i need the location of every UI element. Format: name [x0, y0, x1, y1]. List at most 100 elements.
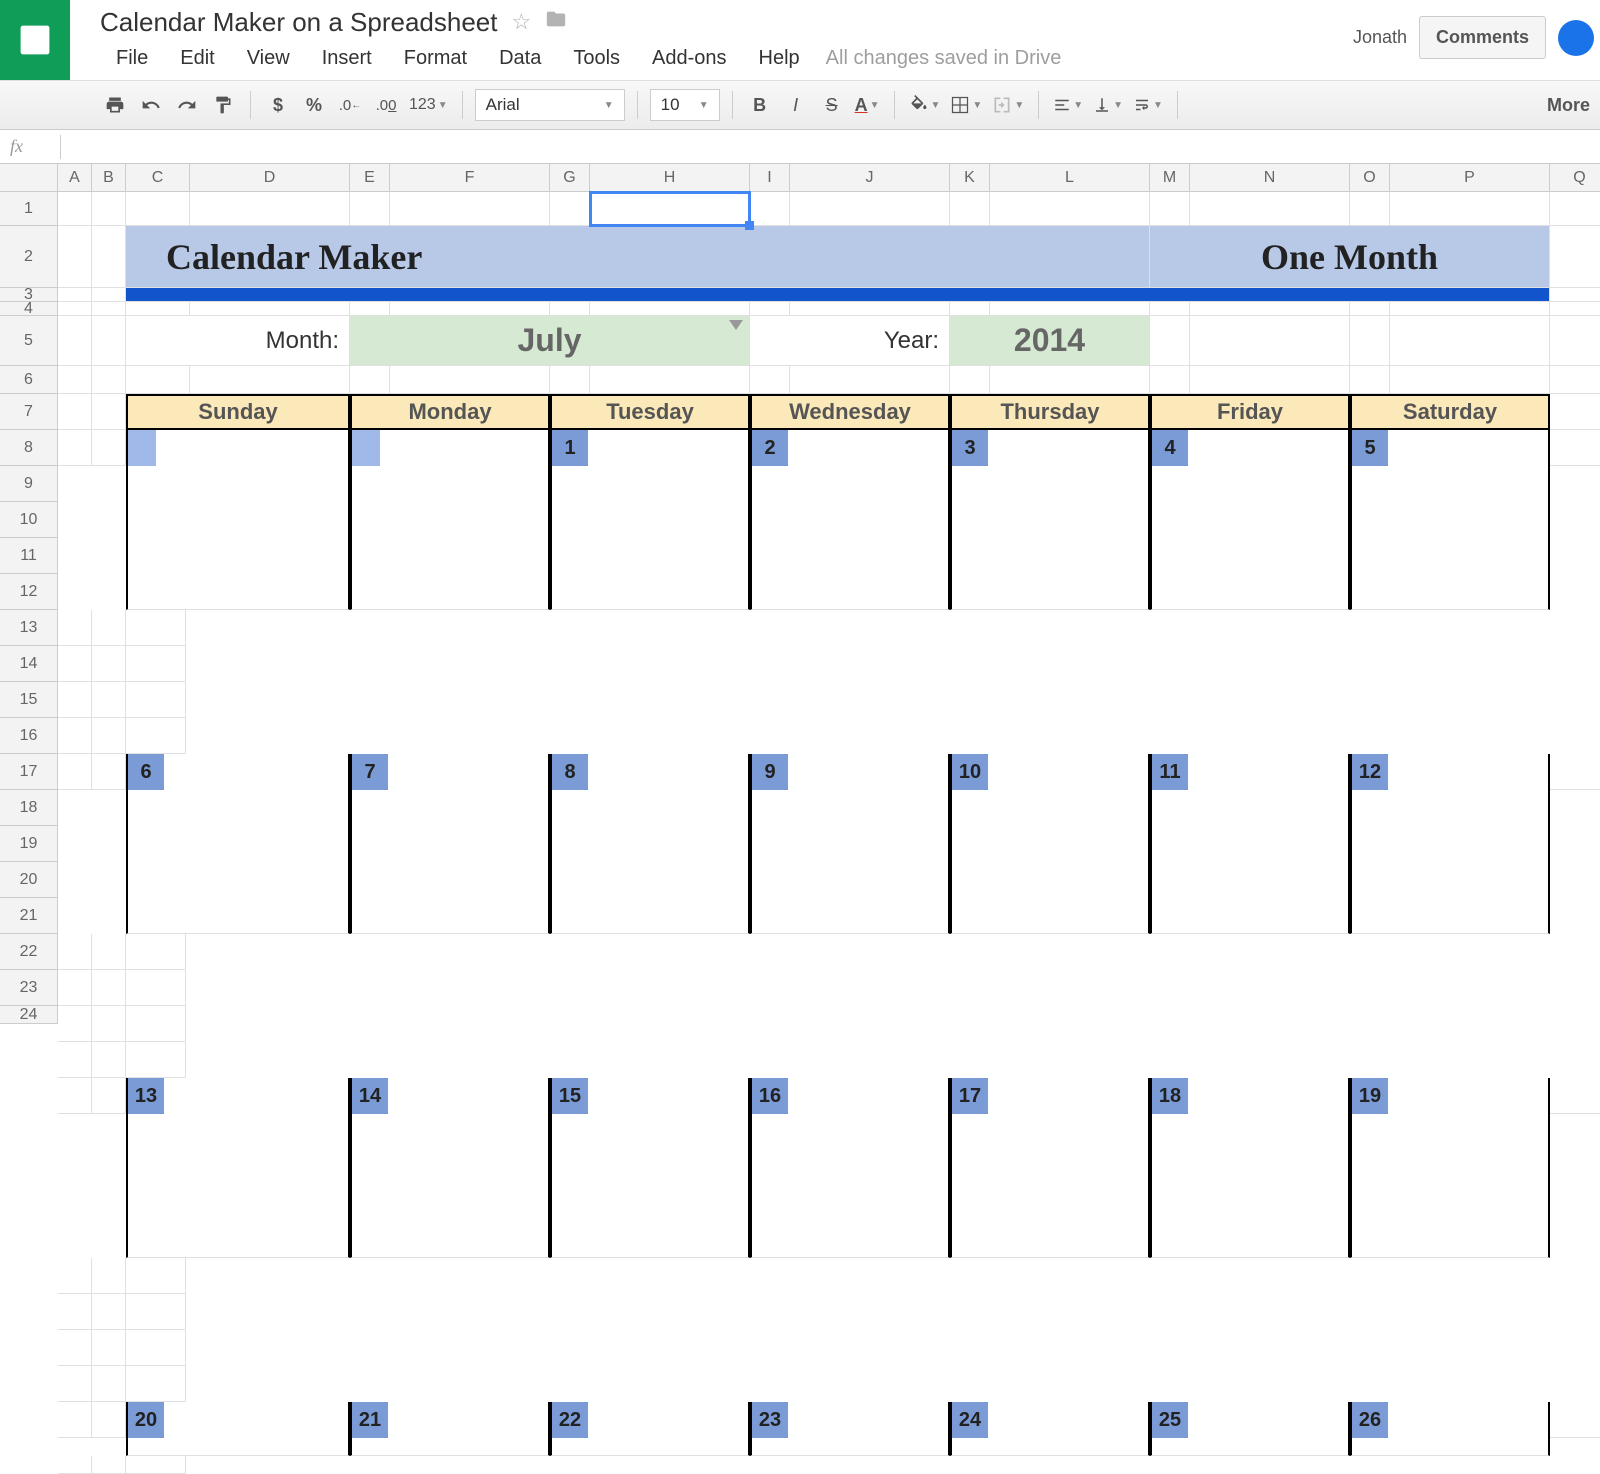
row-header-7[interactable]: 7: [0, 394, 58, 430]
cell-J1[interactable]: [790, 192, 950, 226]
row-header-5[interactable]: 5: [0, 316, 58, 366]
row-header-6[interactable]: 6: [0, 366, 58, 394]
col-header-P[interactable]: P: [1390, 164, 1550, 192]
cell-C7[interactable]: Sunday: [126, 394, 350, 430]
cell-K4[interactable]: [950, 302, 990, 316]
italic-icon[interactable]: I: [781, 90, 811, 120]
cell-A5[interactable]: [58, 316, 92, 366]
cell-G4[interactable]: [550, 302, 590, 316]
valign-icon[interactable]: ▼: [1091, 96, 1125, 114]
menu-tools[interactable]: Tools: [557, 43, 636, 74]
row-header-11[interactable]: 11: [0, 538, 58, 574]
cell-B12[interactable]: [92, 718, 126, 754]
cell-G6[interactable]: [550, 366, 590, 394]
menu-file[interactable]: File: [100, 43, 164, 74]
row-header-12[interactable]: 12: [0, 574, 58, 610]
more-button[interactable]: More: [1547, 95, 1590, 116]
cell-M6[interactable]: [1150, 366, 1190, 394]
cell-B17[interactable]: [92, 1042, 126, 1078]
cell-J13[interactable]: [790, 754, 950, 934]
cell-H23[interactable]: [590, 1402, 750, 1456]
cell-Q3[interactable]: [1550, 288, 1600, 302]
cell-B19[interactable]: [92, 1258, 126, 1294]
cell-E1[interactable]: [350, 192, 390, 226]
cell-O23[interactable]: 26: [1350, 1402, 1390, 1456]
cell-K5[interactable]: 2014: [950, 316, 1150, 366]
menu-edit[interactable]: Edit: [164, 43, 230, 74]
cell-N18[interactable]: [1190, 1078, 1350, 1258]
cell-I7[interactable]: Wednesday: [750, 394, 950, 430]
cell-M8[interactable]: 4: [1150, 430, 1190, 610]
cell-M7[interactable]: Friday: [1150, 394, 1350, 430]
cell-B18[interactable]: [92, 1078, 126, 1114]
cell-area[interactable]: Calendar MakerOne MonthMonth:JulyYear:20…: [58, 192, 1600, 1474]
text-color-icon[interactable]: A▼: [853, 95, 882, 116]
cell-J23[interactable]: [790, 1402, 950, 1456]
cell-O8[interactable]: 5: [1350, 430, 1390, 610]
cell-B16[interactable]: [92, 1006, 126, 1042]
row-header-23[interactable]: 23: [0, 970, 58, 1006]
cell-K13[interactable]: 10: [950, 754, 990, 934]
font-size-select[interactable]: 10▼: [650, 89, 720, 121]
percent-icon[interactable]: %: [299, 90, 329, 120]
row-header-9[interactable]: 9: [0, 466, 58, 502]
cell-Q2[interactable]: [1550, 226, 1600, 288]
cell-B1[interactable]: [92, 192, 126, 226]
cell-O6[interactable]: [1350, 366, 1390, 394]
cell-H8[interactable]: [590, 430, 750, 610]
cell-Q22[interactable]: [126, 1366, 186, 1402]
cell-C18[interactable]: 13: [126, 1078, 190, 1258]
row-header-13[interactable]: 13: [0, 610, 58, 646]
cell-J6[interactable]: [790, 366, 950, 394]
cell-H1[interactable]: [590, 192, 750, 226]
col-header-H[interactable]: H: [590, 164, 750, 192]
cell-D4[interactable]: [190, 302, 350, 316]
cell-L4[interactable]: [990, 302, 1150, 316]
cell-D18[interactable]: [190, 1078, 350, 1258]
cell-E8[interactable]: [350, 430, 390, 610]
cell-B9[interactable]: [92, 610, 126, 646]
cell-N4[interactable]: [1190, 302, 1350, 316]
cell-N5[interactable]: [1190, 316, 1350, 366]
cell-G8[interactable]: 1: [550, 430, 590, 610]
cell-C13[interactable]: 6: [126, 754, 190, 934]
star-icon[interactable]: ☆: [511, 9, 531, 35]
row-header-1[interactable]: 1: [0, 192, 58, 226]
bold-icon[interactable]: B: [745, 90, 775, 120]
cell-N13[interactable]: [1190, 754, 1350, 934]
cell-O4[interactable]: [1350, 302, 1390, 316]
cell-A6[interactable]: [58, 366, 92, 394]
row-header-15[interactable]: 15: [0, 682, 58, 718]
cell-N6[interactable]: [1190, 366, 1350, 394]
cell-O7[interactable]: Saturday: [1350, 394, 1550, 430]
cell-B6[interactable]: [92, 366, 126, 394]
cell-E6[interactable]: [350, 366, 390, 394]
cell-P1[interactable]: [1390, 192, 1550, 226]
cell-A2[interactable]: [58, 226, 92, 288]
cell-G7[interactable]: Tuesday: [550, 394, 750, 430]
cell-J8[interactable]: [790, 430, 950, 610]
cell-M4[interactable]: [1150, 302, 1190, 316]
col-header-O[interactable]: O: [1350, 164, 1390, 192]
cell-B22[interactable]: [92, 1366, 126, 1402]
cell-D13[interactable]: [190, 754, 350, 934]
cell-P5[interactable]: [1390, 316, 1550, 366]
menu-help[interactable]: Help: [743, 43, 816, 74]
cell-A16[interactable]: [58, 1006, 92, 1042]
cell-K8[interactable]: 3: [950, 430, 990, 610]
cell-B23[interactable]: [92, 1402, 126, 1438]
cell-A7[interactable]: [58, 394, 92, 430]
cell-P8[interactable]: [1390, 430, 1550, 610]
folder-icon[interactable]: [545, 8, 567, 36]
cell-E13[interactable]: 7: [350, 754, 390, 934]
cell-I1[interactable]: [750, 192, 790, 226]
row-header-22[interactable]: 22: [0, 934, 58, 970]
col-header-I[interactable]: I: [750, 164, 790, 192]
col-header-F[interactable]: F: [390, 164, 550, 192]
cell-B2[interactable]: [92, 226, 126, 288]
increase-decimal-icon[interactable]: .00: [371, 90, 401, 120]
cell-Q16[interactable]: [126, 1006, 186, 1042]
cell-Q20[interactable]: [126, 1294, 186, 1330]
col-header-L[interactable]: L: [990, 164, 1150, 192]
cell-A9[interactable]: [58, 610, 92, 646]
